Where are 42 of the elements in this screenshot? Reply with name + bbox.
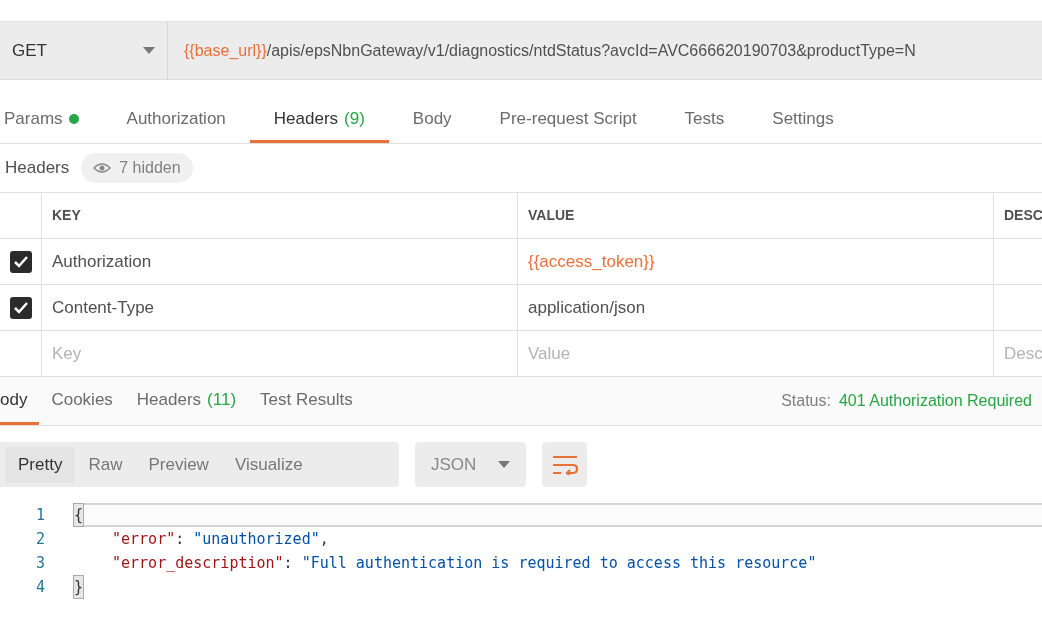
column-header: KEY — [52, 206, 81, 225]
caret-icon — [143, 47, 155, 54]
eye-icon — [93, 162, 112, 174]
response-tab[interactable]: Headers (11) — [124, 377, 249, 425]
response-tab[interactable]: Test Results — [248, 377, 365, 425]
view-mode-tab[interactable]: Preview — [135, 446, 222, 483]
request-tab[interactable]: Pre-request Script — [475, 98, 661, 143]
wrap-lines-button[interactable] — [542, 442, 587, 487]
status-label: Status: — [781, 391, 831, 411]
url-field[interactable]: {{base_url}}/apis/epsNbnGateway/v1/diagnostics/ntdStatus?avcId=AVC666620190703&productType=N — [168, 22, 1042, 79]
checkbox[interactable] — [9, 296, 32, 319]
column-header: DESC — [1004, 206, 1042, 225]
header-key: Content-Type — [52, 294, 155, 321]
line-number: 4 — [34, 576, 45, 598]
request-tab[interactable]: Headers (9) — [249, 98, 389, 143]
section-title: Headers — [5, 157, 70, 180]
wrap-icon — [551, 454, 578, 475]
view-mode-tab[interactable]: Raw — [75, 446, 136, 483]
checkmark-icon — [13, 301, 28, 314]
header-value: application/json — [528, 296, 646, 319]
header-value: {{access_token}} — [528, 250, 655, 273]
response-tab[interactable]: ody — [0, 377, 40, 425]
view-mode-tab[interactable]: Pretty — [5, 446, 76, 483]
status-value: 401 Authorization Required — [838, 391, 1032, 411]
column-header: VALUE — [528, 206, 575, 225]
request-tab[interactable]: Tests — [660, 98, 749, 143]
response-tab[interactable]: Cookies — [39, 377, 125, 425]
checkmark-icon — [13, 255, 28, 268]
hidden-headers-toggle[interactable]: 7 hidden — [81, 153, 193, 183]
view-mode-tab[interactable]: Visualize — [221, 446, 316, 483]
line-number: 3 — [34, 552, 45, 574]
checkbox[interactable] — [9, 250, 32, 273]
request-tab[interactable]: Authorization — [102, 98, 250, 143]
header-key: Authorization — [52, 248, 152, 275]
line-number: 2 — [34, 528, 45, 550]
line-number: 1 — [34, 504, 45, 526]
caret-icon — [498, 461, 510, 468]
request-tab[interactable]: Body — [388, 98, 476, 143]
method-dropdown[interactable]: GET — [0, 22, 168, 79]
format-dropdown[interactable]: JSON — [415, 442, 526, 487]
request-tab[interactable]: Settings — [748, 98, 858, 143]
request-tab[interactable]: Params — [0, 98, 103, 143]
